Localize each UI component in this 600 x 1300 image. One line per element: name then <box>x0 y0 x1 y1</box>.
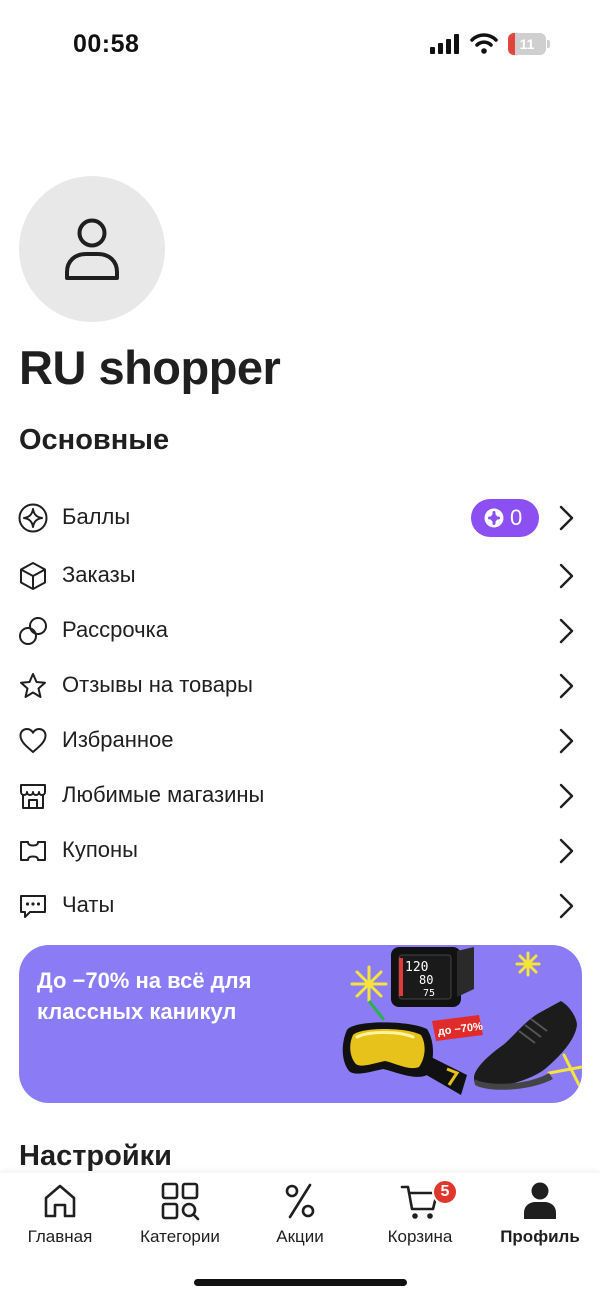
categories-icon <box>161 1182 200 1221</box>
menu-label-reviews: Отзывы на товары <box>62 672 253 697</box>
promo-banner[interactable]: До −70% на всё для классных каникул 120 … <box>19 945 582 1103</box>
monitor-value-dia: 80 <box>419 973 433 987</box>
sparkle-circle-icon <box>18 503 48 533</box>
promo-banner-illustration: 120 80 75 до −70% <box>342 947 582 1095</box>
sneaker <box>473 1001 577 1090</box>
menu-item-chats[interactable]: Чаты <box>0 881 600 931</box>
percent-icon <box>285 1183 315 1219</box>
heart-icon <box>19 728 47 753</box>
chevron-right-icon <box>559 618 574 644</box>
sale-tag: до −70% <box>432 1015 484 1041</box>
store-icon <box>20 784 46 809</box>
box-icon <box>20 562 46 590</box>
battery-icon: 11 <box>508 33 550 55</box>
tab-label-cart: Корзина <box>387 1227 453 1246</box>
cellular-signal-icon <box>430 34 459 54</box>
avatar[interactable] <box>19 176 165 322</box>
menu-item-points[interactable]: Баллы 0 <box>0 493 600 543</box>
chevron-right-icon <box>559 728 574 754</box>
points-value: 0 <box>510 505 523 530</box>
menu-label-installment: Рассрочка <box>62 617 168 642</box>
tab-promotions[interactable]: Акции <box>240 1181 360 1251</box>
tab-profile[interactable]: Профиль <box>480 1181 600 1251</box>
status-bar: 00:58 11 <box>0 0 600 90</box>
chevron-right-icon <box>559 563 574 589</box>
status-time: 00:58 <box>73 30 140 58</box>
tab-home[interactable]: Главная <box>0 1181 120 1251</box>
menu-item-installment[interactable]: Рассрочка <box>0 606 600 656</box>
home-indicator <box>194 1279 407 1286</box>
chevron-right-icon <box>559 783 574 809</box>
blood-pressure-monitor: 120 80 75 <box>391 947 474 1007</box>
menu-label-favorite-stores: Любимые магазины <box>62 782 265 807</box>
user-icon <box>65 218 119 280</box>
tab-label-promotions: Акции <box>276 1227 324 1246</box>
tab-cart[interactable]: 5 Корзина <box>360 1179 480 1251</box>
menu-label-points: Баллы <box>62 504 131 529</box>
points-coin-icon <box>484 508 504 528</box>
wifi-icon <box>470 33 498 54</box>
cart-count-badge: 5 <box>432 1179 458 1205</box>
menu-item-coupons[interactable]: Купоны <box>0 826 600 876</box>
menu-label-orders: Заказы <box>62 562 136 587</box>
chevron-right-icon <box>559 893 574 919</box>
menu-label-coupons: Купоны <box>62 837 138 862</box>
tab-label-home: Главная <box>27 1227 93 1246</box>
section-title-main: Основные <box>19 424 170 456</box>
chevron-right-icon <box>559 838 574 864</box>
monitor-value-pulse: 75 <box>423 988 435 999</box>
chevron-right-icon <box>559 505 574 531</box>
chat-icon <box>20 895 46 918</box>
menu-label-favorites: Избранное <box>62 727 174 752</box>
tab-label-categories: Категории <box>140 1227 220 1246</box>
menu-label-chats: Чаты <box>62 892 115 917</box>
menu-item-orders[interactable]: Заказы <box>0 551 600 601</box>
installment-circles-icon <box>19 617 47 645</box>
tab-label-profile: Профиль <box>500 1227 580 1246</box>
home-icon <box>44 1184 76 1218</box>
menu-item-favorites[interactable]: Избранное <box>0 716 600 766</box>
promo-banner-text: До −70% на всё для классных каникул <box>37 968 252 1024</box>
chevron-right-icon <box>559 673 574 699</box>
star-icon <box>20 673 46 698</box>
battery-body: 11 <box>508 33 546 55</box>
menu-item-reviews[interactable]: Отзывы на товары <box>0 661 600 711</box>
battery-tip <box>547 40 550 48</box>
menu-item-favorite-stores[interactable]: Любимые магазины <box>0 771 600 821</box>
profile-username: RU shopper <box>19 341 281 394</box>
tab-categories[interactable]: Категории <box>120 1181 240 1251</box>
battery-level: 11 <box>519 36 535 52</box>
profile-icon <box>524 1182 556 1219</box>
points-badge[interactable]: 0 <box>471 499 539 537</box>
coupon-icon <box>20 841 46 861</box>
section-title-settings: Настройки <box>19 1140 173 1172</box>
